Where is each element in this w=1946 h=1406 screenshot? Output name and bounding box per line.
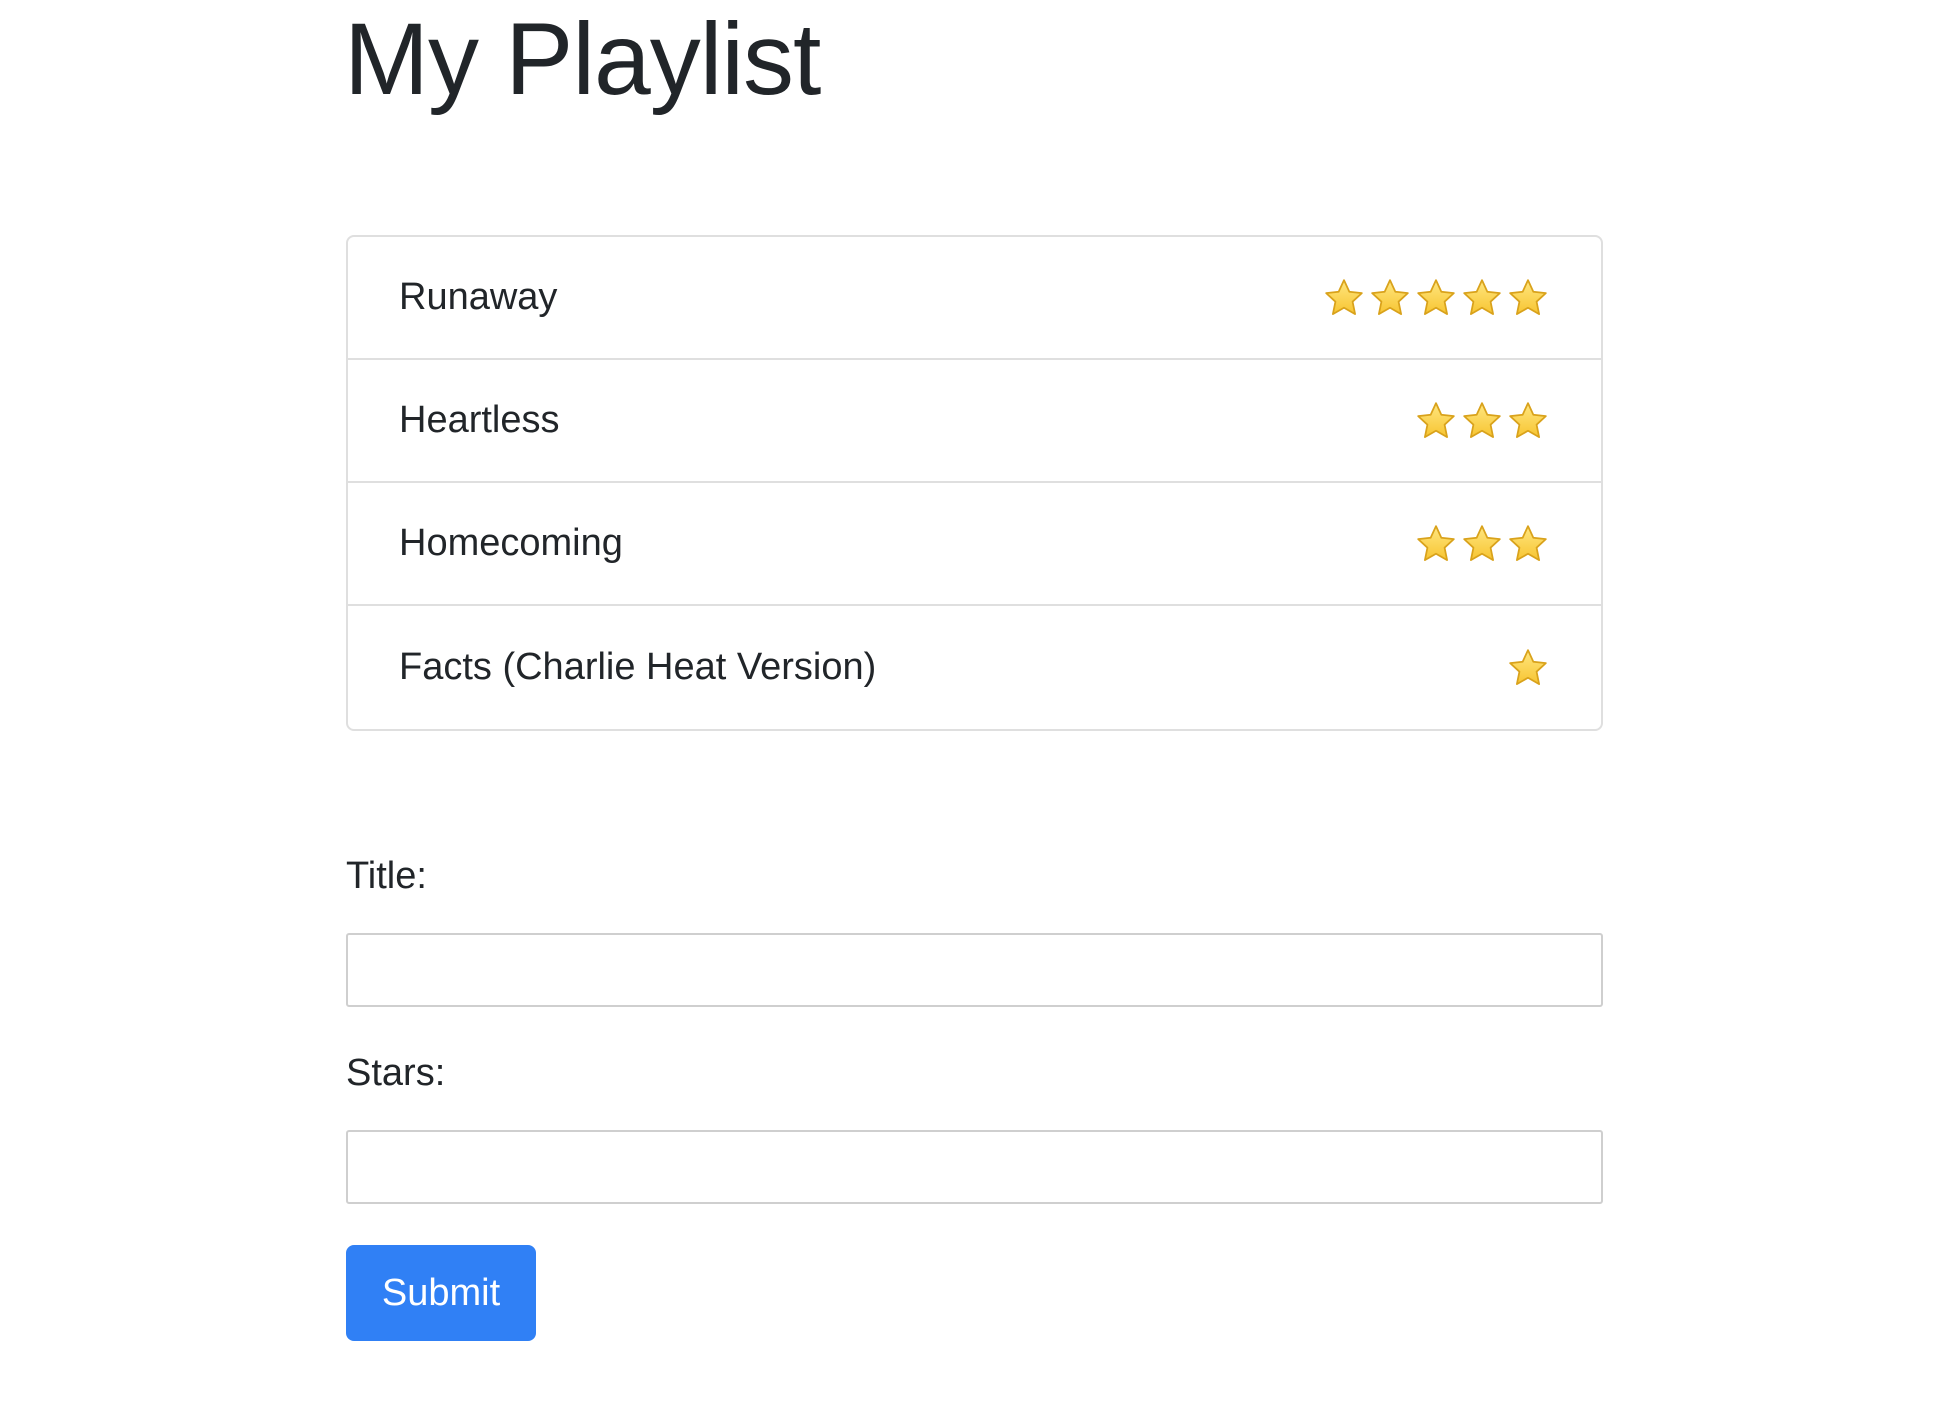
star-icon (1417, 401, 1455, 438)
playlist-item: Heartless (348, 360, 1601, 483)
page-title: My Playlist (344, 2, 821, 116)
star-rating (1323, 277, 1549, 319)
stars-label: Stars: (346, 1052, 446, 1094)
star-icon (1463, 278, 1501, 315)
star-icon (1371, 278, 1409, 315)
song-title: Facts (Charlie Heat Version) (399, 646, 877, 688)
star-icon (1417, 524, 1455, 561)
title-label: Title: (346, 855, 427, 897)
star-icon (1325, 278, 1363, 315)
star-icon (1509, 648, 1547, 685)
star-icon (1417, 278, 1455, 315)
submit-button[interactable]: Submit (346, 1245, 536, 1341)
star-icon (1509, 524, 1547, 561)
star-rating (1415, 523, 1549, 565)
song-title: Runaway (399, 276, 558, 318)
star-rating (1507, 647, 1549, 689)
star-icon (1509, 401, 1547, 438)
star-icon (1509, 278, 1547, 315)
playlist-list: Runaway Heartless Homecoming Facts (Charlie… (346, 235, 1603, 731)
playlist-item: Runaway (348, 237, 1601, 360)
song-title: Homecoming (399, 522, 623, 564)
star-rating (1415, 400, 1549, 442)
song-title: Heartless (399, 399, 560, 441)
playlist-item: Homecoming (348, 483, 1601, 606)
stars-input[interactable] (346, 1130, 1603, 1204)
star-icon (1463, 401, 1501, 438)
playlist-item: Facts (Charlie Heat Version) (348, 606, 1601, 729)
title-input[interactable] (346, 933, 1603, 1007)
star-icon (1463, 524, 1501, 561)
